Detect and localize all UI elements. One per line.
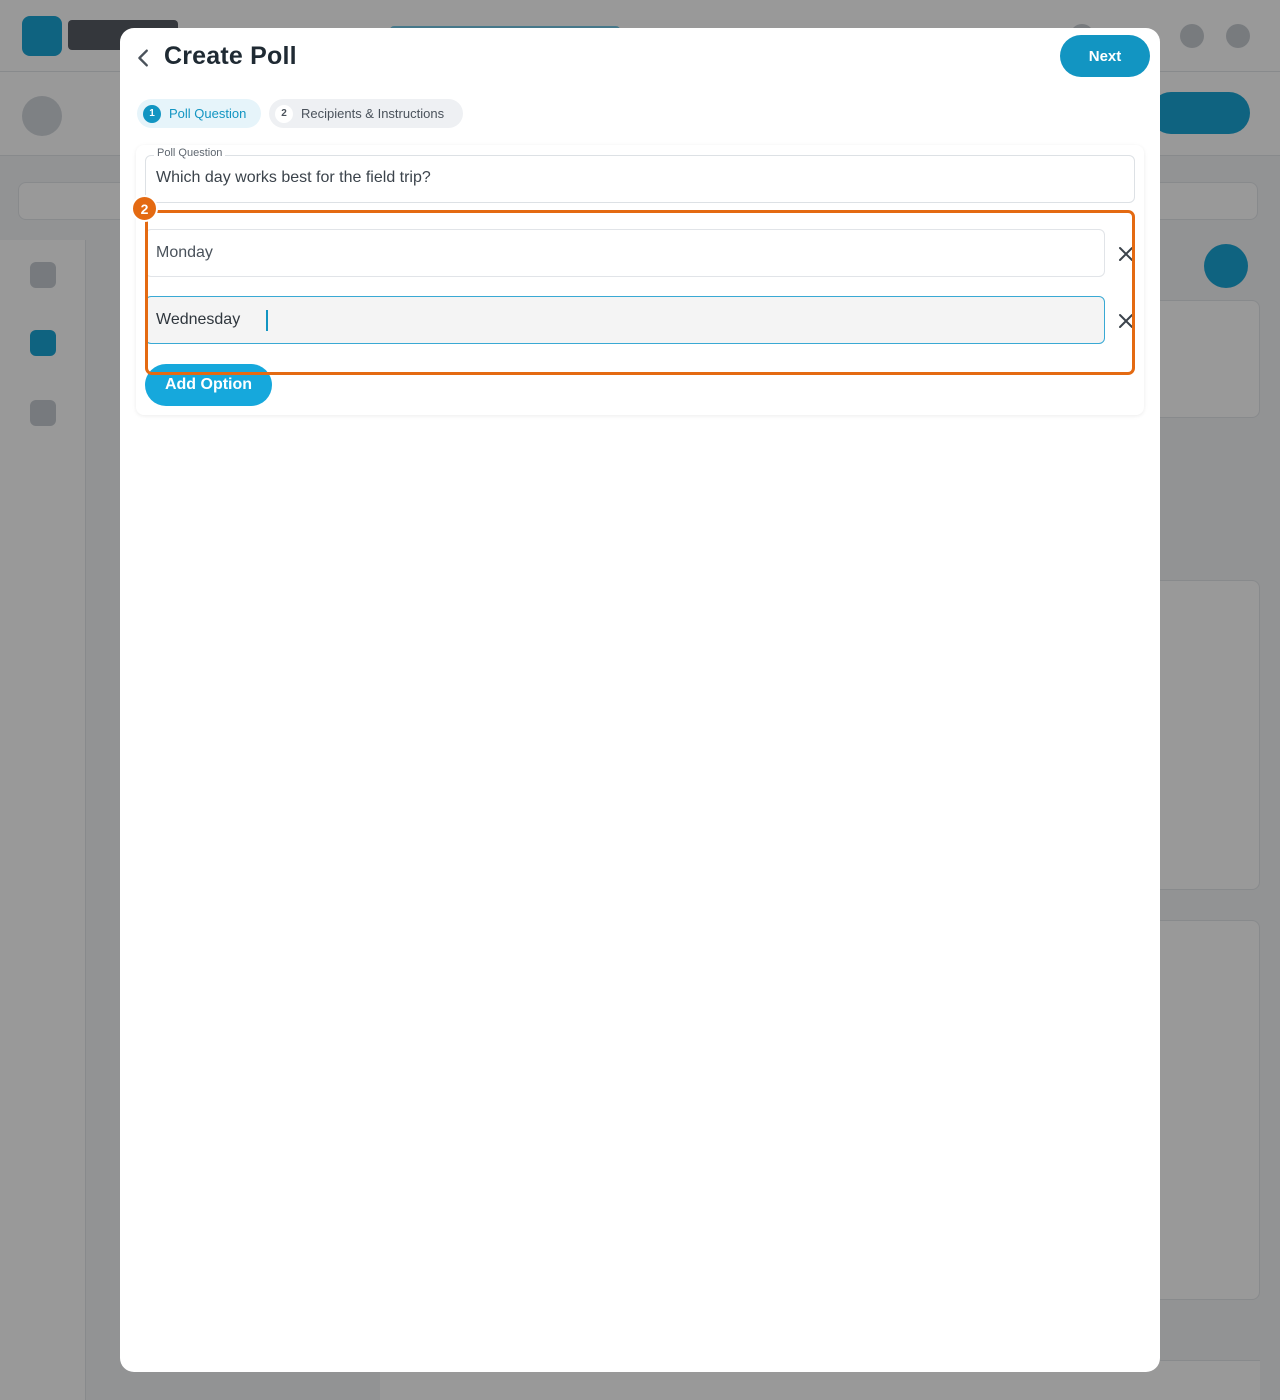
annotation-badge: 2 [131, 195, 158, 222]
step-number: 2 [275, 104, 293, 123]
poll-option-input[interactable] [145, 296, 1105, 344]
text-cursor [266, 310, 268, 331]
step-label: Poll Question [169, 106, 247, 121]
add-option-button[interactable]: Add Option [145, 364, 272, 406]
poll-option-input[interactable] [145, 229, 1105, 277]
close-icon [1119, 314, 1133, 328]
modal-title: Create Poll [164, 42, 297, 70]
create-poll-modal: Create Poll Next 1 Poll Question 2 Recip… [120, 28, 1160, 1372]
poll-option-row [145, 229, 1145, 277]
chevron-left-icon [138, 49, 148, 67]
remove-option-button[interactable] [1113, 308, 1139, 334]
poll-question-input[interactable] [156, 169, 1116, 187]
poll-question-field: Poll Question [145, 147, 1135, 203]
step-recipients-instructions[interactable]: 2 Recipients & Instructions [269, 99, 463, 128]
step-label: Recipients & Instructions [301, 106, 445, 121]
poll-question-label: Poll Question [154, 147, 226, 159]
step-poll-question[interactable]: 1 Poll Question [137, 99, 261, 128]
step-number: 1 [143, 104, 161, 123]
poll-option-row [145, 296, 1145, 344]
next-button[interactable]: Next [1060, 35, 1150, 77]
remove-option-button[interactable] [1113, 241, 1139, 267]
close-icon [1119, 247, 1133, 261]
back-button[interactable] [126, 40, 162, 76]
